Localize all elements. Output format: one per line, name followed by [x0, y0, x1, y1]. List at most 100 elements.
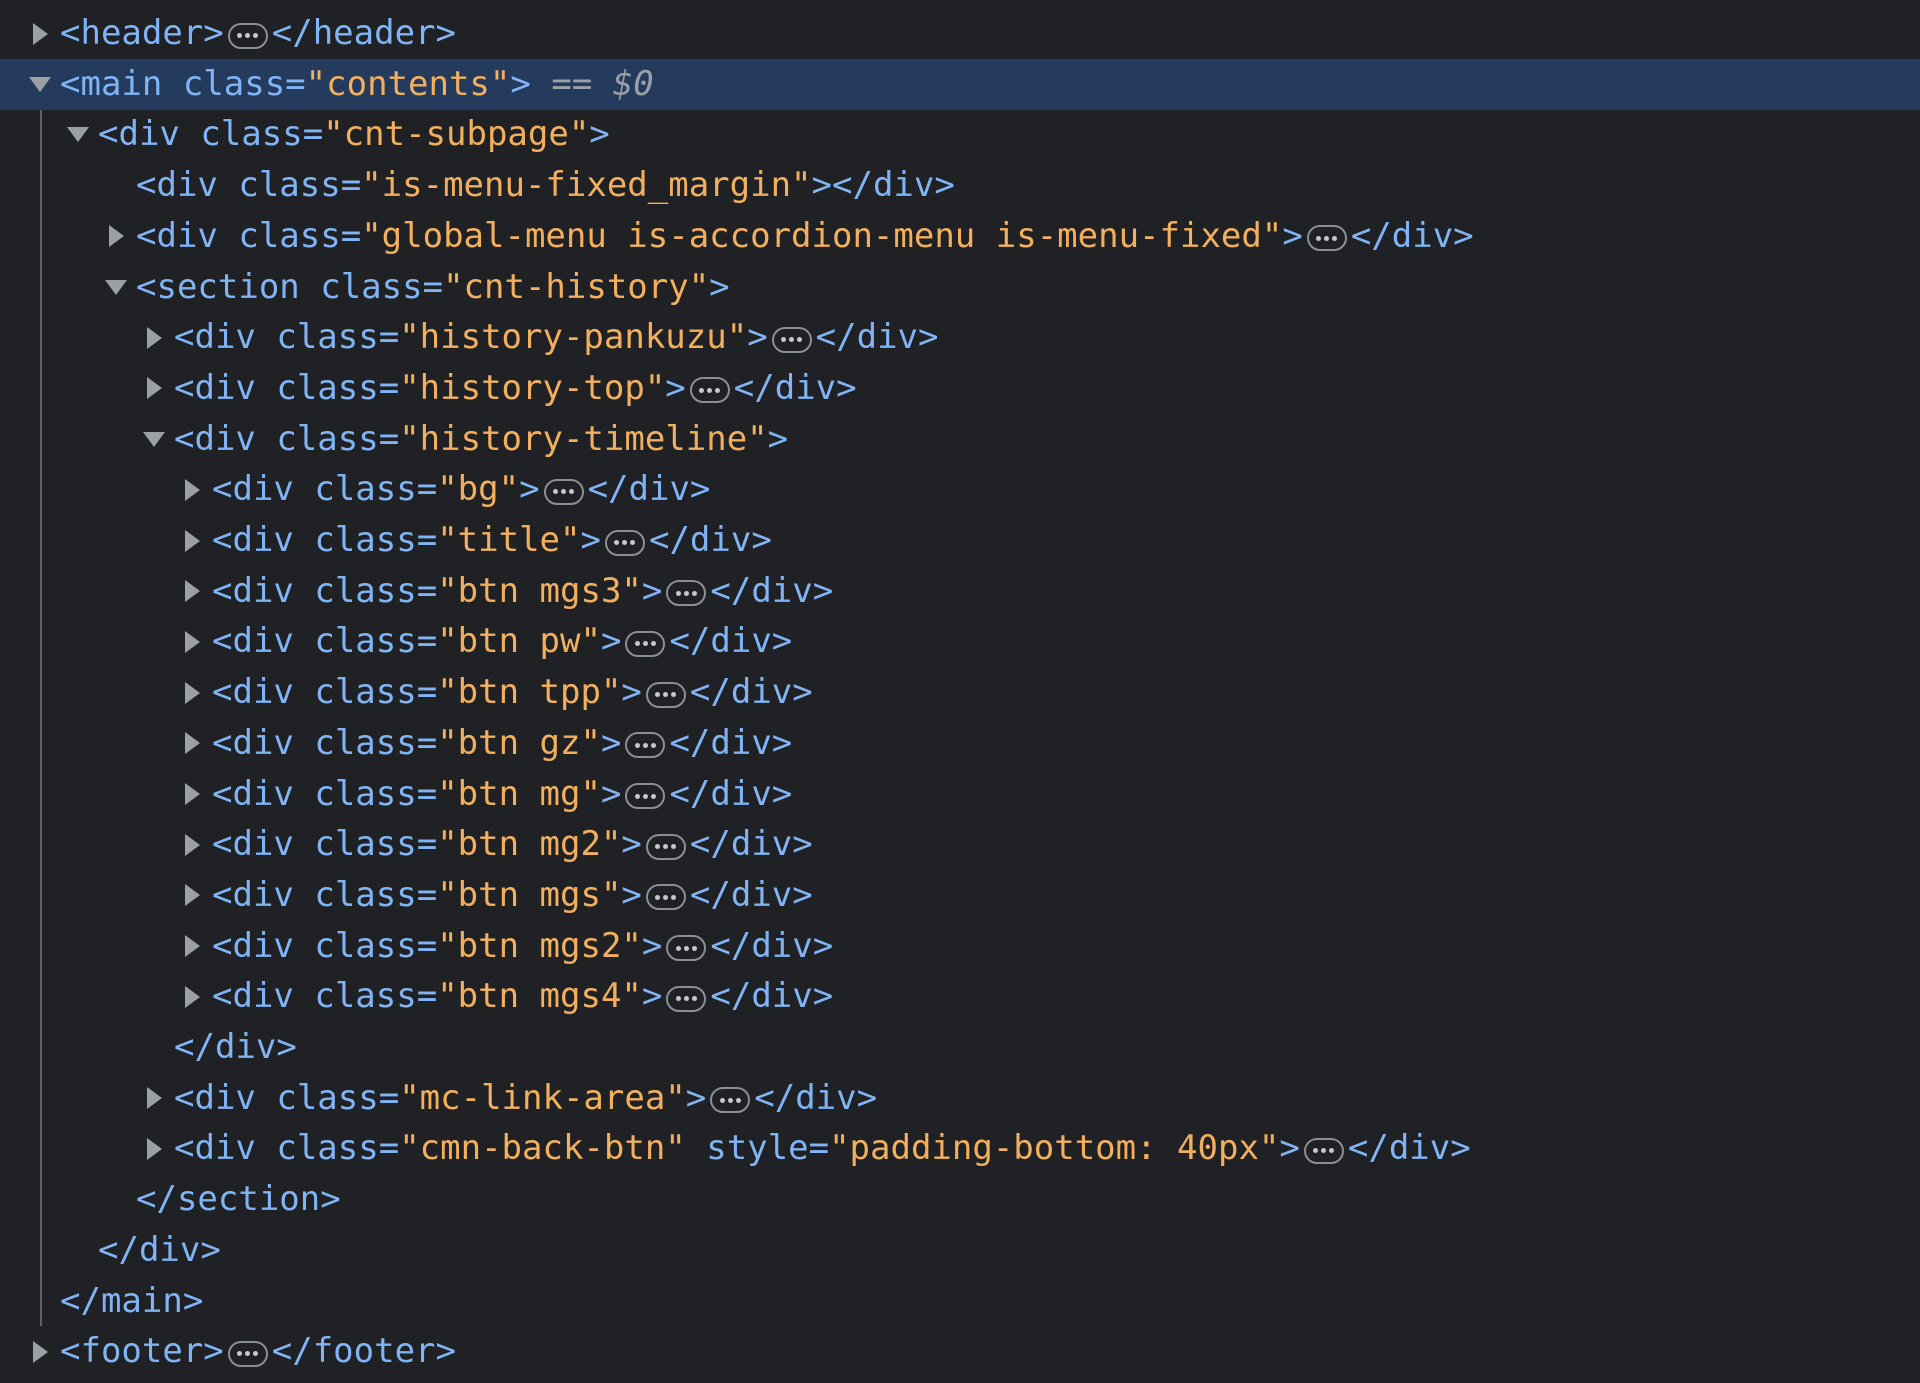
dom-node-row[interactable]: <section class= "cnt-history" >: [0, 262, 1920, 313]
dom-node-row[interactable]: </div>: [0, 1022, 1920, 1073]
ellipsis-dot: [707, 387, 713, 393]
triangle-right-icon[interactable]: [180, 718, 204, 769]
attribute-value: "global-menu is-accordion-menu is-menu-f…: [361, 215, 1283, 256]
triangle-down-icon[interactable]: [28, 59, 52, 110]
dom-node-row[interactable]: </section>: [0, 1174, 1920, 1225]
triangle-right-icon[interactable]: [180, 819, 204, 870]
triangle-shape: [184, 833, 200, 856]
ellipsis-dot: [569, 489, 575, 495]
ellipsis-icon[interactable]: [771, 326, 812, 353]
triangle-right-icon[interactable]: [28, 8, 52, 59]
ellipsis-icon[interactable]: [666, 580, 707, 607]
triangle-right-icon[interactable]: [142, 1073, 166, 1124]
triangle-right-icon[interactable]: [180, 870, 204, 921]
triangle-right-icon[interactable]: [180, 566, 204, 617]
tag-close: </div>: [710, 570, 834, 611]
ellipsis-icon[interactable]: [710, 1087, 751, 1114]
dom-node-row[interactable]: <div class= "history-pankuzu" > </div>: [0, 312, 1920, 363]
ellipsis-dot: [671, 894, 677, 900]
dom-node-row[interactable]: <header> </header>: [0, 8, 1920, 59]
ellipsis-icon[interactable]: [227, 1340, 268, 1367]
dom-node-markup: <div class= "btn mgs" > </div>: [212, 870, 813, 921]
ellipsis-icon[interactable]: [625, 630, 666, 657]
attribute-value: "btn tpp": [437, 672, 622, 713]
triangle-right-icon[interactable]: [104, 211, 128, 262]
ellipsis-dot: [675, 996, 681, 1002]
ellipsis-icon[interactable]: [227, 22, 268, 49]
ellipsis-dot: [642, 793, 648, 799]
dom-node-row[interactable]: <div class= "btn gz" > </div>: [0, 718, 1920, 769]
dom-node-row[interactable]: <div class= "btn pw" > </div>: [0, 616, 1920, 667]
ellipsis-icon[interactable]: [666, 935, 707, 962]
ellipsis-icon[interactable]: [645, 884, 686, 911]
triangle-right-icon[interactable]: [180, 667, 204, 718]
triangle-down-icon[interactable]: [142, 414, 166, 465]
triangle-right-icon[interactable]: [180, 464, 204, 515]
tag-close: </div>: [587, 469, 711, 510]
dom-node-row[interactable]: <div class= "btn tpp" > </div>: [0, 667, 1920, 718]
dom-node-row[interactable]: <div class= "btn mg" > </div>: [0, 769, 1920, 820]
dom-node-row[interactable]: </main>: [0, 1276, 1920, 1327]
triangle-right-icon[interactable]: [142, 363, 166, 414]
dom-node-row[interactable]: <main class= "contents" > == $0: [0, 58, 1920, 110]
dom-node-row[interactable]: <div class= "history-top" > </div>: [0, 363, 1920, 414]
dom-node-row[interactable]: <div class= "global-menu is-accordion-men…: [0, 211, 1920, 262]
tag-close: </div>: [733, 367, 857, 408]
triangle-down-icon[interactable]: [66, 109, 90, 160]
dom-node-row[interactable]: <footer> </footer>: [0, 1326, 1920, 1377]
ellipsis-icon[interactable]: [666, 985, 707, 1012]
ellipsis-icon[interactable]: [625, 732, 666, 759]
tag-close: </div>: [689, 874, 813, 915]
triangle-right-icon[interactable]: [142, 312, 166, 363]
triangle-right-icon[interactable]: [180, 769, 204, 820]
tag-end: ></div>: [811, 165, 955, 206]
triangle-right-icon[interactable]: [28, 1326, 52, 1377]
tag-end: >: [665, 367, 686, 408]
dom-node-row[interactable]: <div class= "title" > </div>: [0, 515, 1920, 566]
tag-close: </section>: [136, 1179, 341, 1220]
ellipsis-icon[interactable]: [689, 377, 730, 404]
ellipsis-icon[interactable]: [1306, 225, 1347, 252]
dom-node-row[interactable]: <div class= "history-timeline" >: [0, 414, 1920, 465]
ellipsis-dot: [634, 793, 640, 799]
tag-open: <div: [174, 418, 277, 459]
dom-node-row[interactable]: <div class= "mc-link-area" > </div>: [0, 1073, 1920, 1124]
triangle-right-icon[interactable]: [180, 971, 204, 1022]
ellipsis-dot: [691, 590, 697, 596]
dom-node-row[interactable]: <div class= "cnt-subpage" >: [0, 109, 1920, 160]
ellipsis-icon[interactable]: [543, 478, 584, 505]
triangle-shape: [108, 225, 124, 248]
ellipsis-dot: [622, 540, 628, 545]
attribute-value: "cnt-subpage": [323, 114, 590, 155]
ellipsis-icon[interactable]: [645, 833, 686, 860]
attribute-value: "btn mg2": [437, 824, 622, 865]
dom-node-row[interactable]: <div class= "btn mg2" > </div>: [0, 819, 1920, 870]
triangle-shape: [184, 478, 200, 501]
dom-node-markup: <div class= "btn mg" > </div>: [212, 769, 792, 820]
attribute-value: "contents": [305, 63, 511, 104]
ellipsis-dot: [797, 337, 803, 343]
dom-node-row[interactable]: </div>: [0, 1225, 1920, 1276]
ellipsis-dot: [675, 590, 681, 596]
attribute-value: "bg": [437, 469, 520, 510]
dom-node-row[interactable]: <div class= "btn mgs" > </div>: [0, 870, 1920, 921]
dom-node-row[interactable]: <div class= "btn mgs2" > </div>: [0, 921, 1920, 972]
dom-node-row[interactable]: <div class= "cmn-back-btn" style= "padding…: [0, 1123, 1920, 1174]
dom-node-row[interactable]: <div class= "is-menu-fixed_margin" ></div>: [0, 160, 1920, 211]
ellipsis-icon[interactable]: [1303, 1137, 1344, 1164]
triangle-right-icon[interactable]: [180, 515, 204, 566]
triangle-right-icon[interactable]: [180, 616, 204, 667]
dom-node-row[interactable]: <div class= "bg" > </div>: [0, 464, 1920, 515]
dom-node-row[interactable]: <div class= "btn mgs4" > </div>: [0, 971, 1920, 1022]
ellipsis-icon[interactable]: [625, 783, 666, 809]
dom-node-row[interactable]: <div class= "btn mgs3" > </div>: [0, 566, 1920, 617]
ellipsis-dot: [642, 641, 648, 647]
ellipsis-icon[interactable]: [645, 681, 686, 708]
attribute-value: "history-pankuzu": [399, 317, 748, 358]
dom-node-markup: <div class= "btn mg2" > </div>: [212, 819, 813, 870]
triangle-right-icon[interactable]: [180, 921, 204, 972]
triangle-right-icon[interactable]: [142, 1123, 166, 1174]
triangle-down-icon[interactable]: [104, 262, 128, 313]
tag-end: >: [1279, 1128, 1300, 1169]
ellipsis-icon[interactable]: [604, 529, 645, 556]
